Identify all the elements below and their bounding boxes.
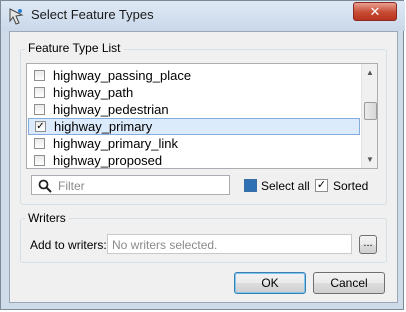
writers-value: No writers selected.: [112, 238, 218, 252]
writers-field[interactable]: No writers selected.: [107, 234, 352, 254]
list-item[interactable]: highway_path: [28, 84, 360, 101]
dialog-window: Select Feature Types ✕ Feature Type List…: [0, 0, 405, 310]
list-item[interactable]: ✓ highway_primary: [28, 118, 360, 135]
browse-writers-button[interactable]: ...: [359, 235, 377, 254]
ok-button[interactable]: OK: [234, 272, 306, 294]
list-item-checkbox[interactable]: [34, 70, 45, 81]
window-title: Select Feature Types: [31, 7, 154, 22]
list-item-checkbox[interactable]: [34, 155, 45, 166]
cancel-button[interactable]: Cancel: [313, 272, 385, 294]
feature-type-list-label: Feature Type List: [25, 41, 124, 55]
close-button[interactable]: ✕: [353, 2, 397, 21]
select-all-label[interactable]: Select all: [261, 179, 310, 193]
list-item[interactable]: highway_proposed: [28, 152, 360, 168]
list-item-label: highway_passing_place: [53, 68, 192, 83]
list-item-label: highway_pedestrian: [53, 102, 169, 117]
list-item-checkbox[interactable]: [34, 104, 45, 115]
feature-type-list[interactable]: highway_passing_place highway_pathhighway…: [26, 63, 378, 169]
title-bar[interactable]: Select Feature Types ✕: [1, 1, 405, 31]
filter-input[interactable]: Filter: [31, 175, 230, 195]
search-icon: [38, 179, 52, 193]
select-all-checkbox[interactable]: [244, 179, 257, 192]
scroll-thumb[interactable]: [364, 102, 377, 120]
scroll-up-icon[interactable]: ▲: [366, 68, 374, 77]
list-item-checkbox[interactable]: [34, 87, 45, 98]
list-item-label: highway_primary_link: [53, 136, 178, 151]
list-item[interactable]: highway_pedestrian: [28, 101, 360, 118]
cancel-label: Cancel: [330, 276, 368, 290]
close-icon: ✕: [369, 3, 381, 19]
list-item-checkbox[interactable]: ✓: [35, 121, 46, 132]
writers-group-label: Writers: [25, 211, 69, 225]
sorted-label[interactable]: Sorted: [333, 179, 368, 193]
feature-types-icon: [9, 8, 24, 25]
filter-placeholder: Filter: [58, 179, 85, 193]
add-to-writers-label: Add to writers:: [30, 238, 107, 252]
list-scrollbar[interactable]: ▲ ▼: [361, 64, 377, 168]
scroll-down-icon[interactable]: ▼: [366, 155, 374, 164]
list-item-label: highway_proposed: [53, 153, 163, 168]
list-item-checkbox[interactable]: [34, 138, 45, 149]
sorted-checkbox[interactable]: ✓: [315, 179, 328, 192]
list-item[interactable]: highway_passing_place: [28, 67, 360, 84]
list-item-label: highway_primary: [54, 119, 153, 134]
list-item-label: highway_path: [53, 85, 134, 100]
list-item[interactable]: highway_primary_link: [28, 135, 360, 152]
browse-label: ...: [363, 236, 373, 249]
ok-label: OK: [261, 276, 279, 290]
